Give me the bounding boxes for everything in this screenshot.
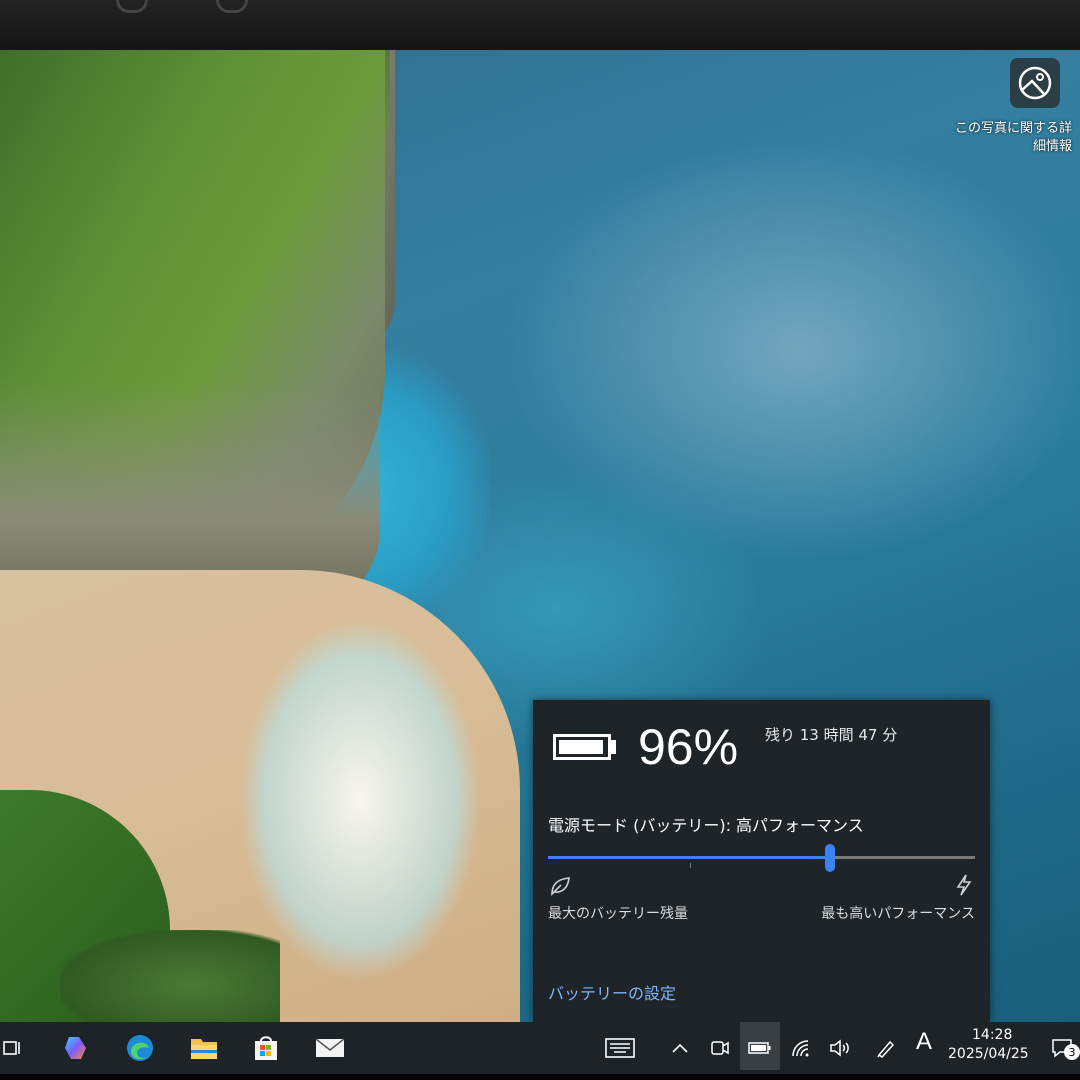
touch-keyboard-icon[interactable] [602,1030,638,1066]
leaf-icon [549,876,571,901]
wallpaper-bush-bottom [60,930,280,1022]
camera-info-icon[interactable] [1010,58,1060,108]
battery-remaining-time: 残り 13 時間 47 分 [765,726,898,744]
power-mode-label: 電源モード (バッテリー): 高パフォーマンス [548,816,864,835]
battery-icon [553,734,611,760]
battery-icon [742,1030,778,1066]
copilot-icon[interactable] [58,1030,94,1066]
best-performance-label: 最も高いパフォーマンス [821,906,975,922]
camera-info-icon-glyph [1018,66,1052,100]
photo-info-text[interactable]: この写真に関する詳細情報 [952,120,1072,156]
power-mode-slider-fill [548,856,830,859]
file-explorer-icon[interactable] [186,1030,222,1066]
chevron-up-icon[interactable] [662,1030,698,1066]
screen-bezel [0,0,1080,50]
speaker-icon[interactable] [822,1030,858,1066]
pen-icon[interactable] [868,1030,904,1066]
battery-flyout: 96% 残り 13 時間 47 分 電源モード (バッテリー): 高パフォーマン… [533,700,990,1022]
edge-icon[interactable] [122,1030,158,1066]
task-view-icon[interactable] [0,1030,30,1066]
lightning-icon [956,874,972,901]
taskbar: A 14:28 2025/04/25 3 [0,1022,1080,1074]
clock-date[interactable]: 2025/04/25 [948,1046,1029,1062]
notification-count-badge: 3 [1064,1044,1080,1060]
tray-battery-button[interactable] [740,1022,780,1070]
battery-icon-tip [611,740,616,754]
wifi-icon[interactable] [784,1030,820,1066]
clock-time[interactable]: 14:28 [972,1027,1012,1043]
ime-indicator[interactable]: A [916,1028,932,1056]
power-mode-slider[interactable] [548,844,975,872]
battery-settings-link[interactable]: バッテリーの設定 [548,980,676,1004]
max-battery-label: 最大のバッテリー残量 [548,906,688,922]
bezel-hinge-left [116,0,148,13]
meet-now-icon[interactable] [702,1030,738,1066]
power-mode-slider-thumb[interactable] [824,844,835,872]
mail-icon[interactable] [312,1030,348,1066]
microsoft-store-icon[interactable] [248,1030,284,1066]
battery-percent: 96% [638,719,739,775]
screen-bottom-bezel [0,1074,1080,1080]
bezel-hinge-right [216,0,248,13]
slider-tick [690,863,691,868]
